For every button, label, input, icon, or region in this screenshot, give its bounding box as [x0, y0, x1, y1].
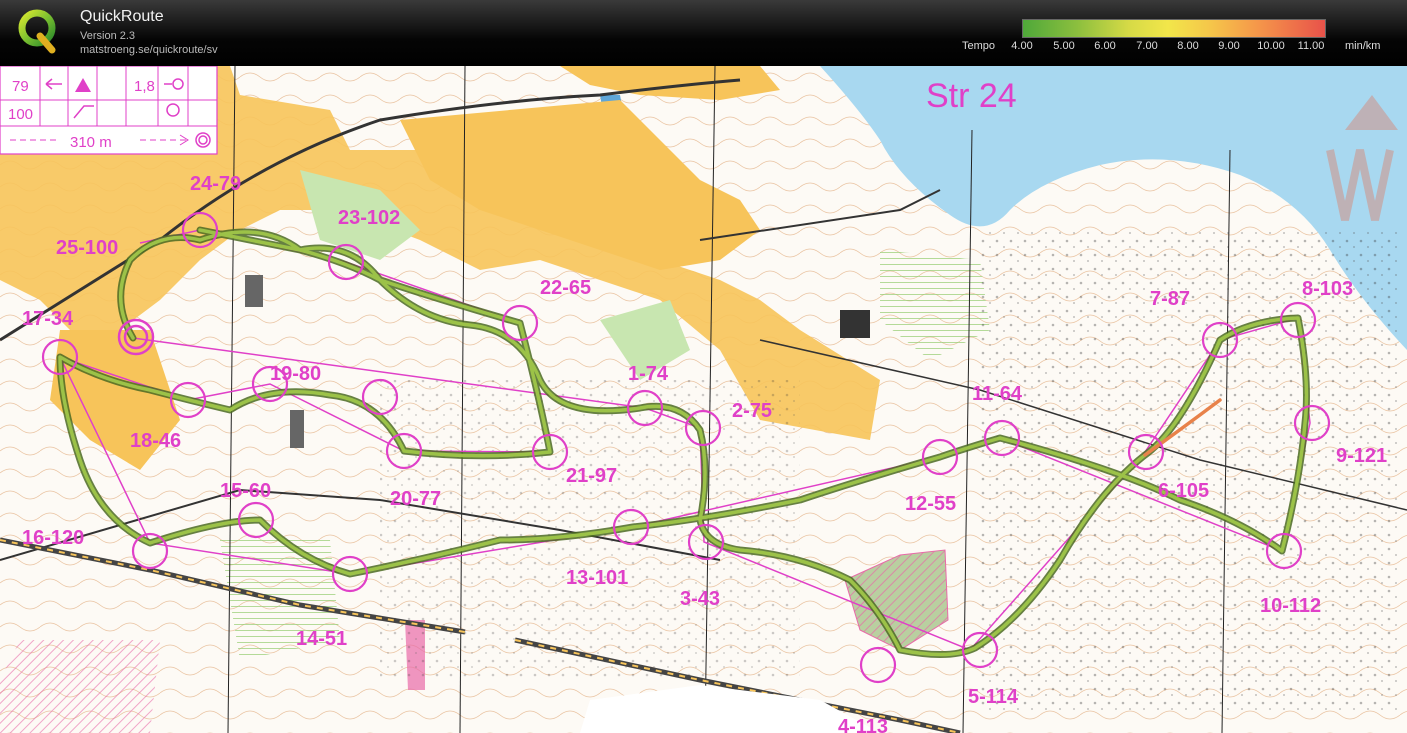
legend-value: 1,8: [134, 78, 155, 95]
building: [245, 275, 263, 307]
control-label: 9-121: [1336, 445, 1387, 467]
control-label: 11-64: [972, 383, 1023, 405]
rocky-ground: [380, 380, 800, 680]
control-label: 16-120: [22, 527, 84, 549]
orienteering-map[interactable]: 1-74 2-75 3-43 4-113 5-114 6-105 7-87 8-…: [0, 66, 1407, 733]
title-bar: QuickRoute Version 2.3 matstroeng.se/qui…: [0, 0, 1407, 66]
tempo-tick: 4.00: [1011, 40, 1033, 52]
app-url: matstroeng.se/quickroute/sv: [80, 44, 218, 56]
restricted-area-sw: [0, 640, 160, 733]
quickroute-logo-icon: [18, 9, 56, 54]
control-label: 15-60: [220, 480, 271, 502]
control-label: 23-102: [338, 207, 400, 229]
legend-code: 79: [12, 78, 29, 95]
tempo-tick: 9.00: [1218, 40, 1240, 52]
building: [840, 310, 870, 338]
tempo-tick: 5.00: [1053, 40, 1075, 52]
control-label: 8-103: [1302, 278, 1353, 300]
map-canvas[interactable]: 1-74 2-75 3-43 4-113 5-114 6-105 7-87 8-…: [0, 66, 1407, 733]
tempo-unit: min/km: [1345, 40, 1381, 52]
tempo-color-scale: [1022, 19, 1326, 38]
control-label: 3-43: [680, 588, 720, 610]
tempo-tick: 11.00: [1297, 40, 1325, 52]
control-label: 5-114: [968, 686, 1019, 708]
control-label: 10-112: [1260, 595, 1321, 617]
control-label: 4-113: [838, 716, 888, 733]
control-label: 18-46: [130, 430, 181, 452]
control-description-box: 79 100 1,8 310 m: [0, 66, 218, 155]
map-title: Str 24: [926, 77, 1017, 115]
app-version: Version 2.3: [80, 30, 136, 42]
building: [290, 410, 304, 448]
control-label: 17-34: [22, 308, 74, 330]
tempo-tick: 7.00: [1136, 40, 1158, 52]
control-label: 22-65: [540, 277, 591, 299]
control-label: 21-97: [566, 465, 617, 487]
control-label: 13-101: [566, 567, 628, 589]
control-label: 2-75: [732, 400, 772, 422]
tempo-tick: 10.00: [1257, 40, 1285, 52]
legend-distance: 310 m: [70, 134, 112, 151]
tempo-tick: 8.00: [1177, 40, 1199, 52]
control-label: 24-79: [190, 173, 241, 195]
control-label: 19-80: [270, 363, 321, 385]
control-label: 7-87: [1150, 288, 1190, 310]
control-label: 6-105: [1158, 480, 1209, 502]
control-label: 20-77: [390, 488, 441, 510]
app-title: QuickRoute: [80, 8, 164, 25]
control-label: 1-74: [628, 363, 669, 385]
control-label: 25-100: [56, 237, 118, 259]
legend-code: 100: [8, 106, 33, 123]
tempo-tick: 6.00: [1094, 40, 1116, 52]
control-label: 12-55: [905, 493, 956, 515]
tempo-label: Tempo: [962, 40, 996, 52]
control-label: 14-51: [296, 628, 347, 650]
